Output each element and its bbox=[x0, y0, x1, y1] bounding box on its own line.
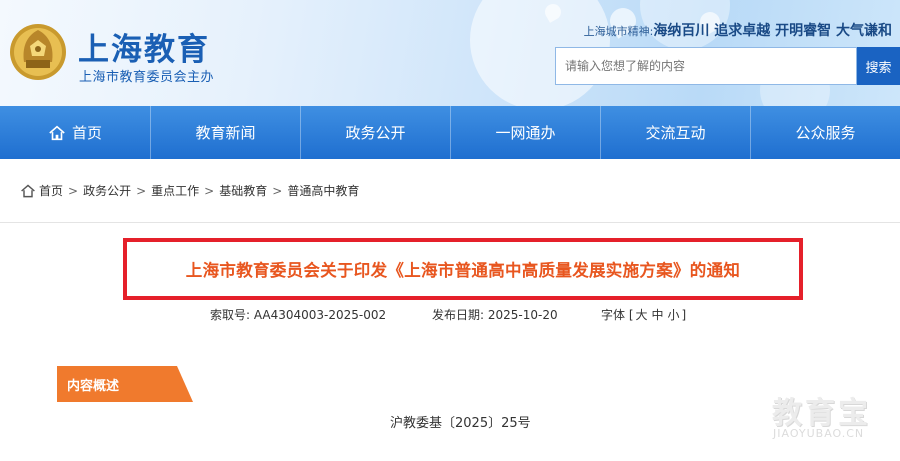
shanghai-education-logo-icon[interactable] bbox=[8, 22, 68, 82]
breadcrumb-high-school-education[interactable]: 普通高中教育 bbox=[287, 182, 359, 199]
article-title: 上海市教育委员会关于印发《上海市普通高中高质量发展实施方案》的通知 bbox=[185, 261, 741, 280]
breadcrumb-key-work[interactable]: 重点工作 bbox=[151, 182, 199, 199]
nav-item-one-network-service[interactable]: 一网通办 bbox=[450, 106, 600, 159]
home-icon bbox=[49, 125, 65, 140]
breadcrumb-divider bbox=[0, 222, 900, 223]
nav-item-government-affairs[interactable]: 政务公开 bbox=[300, 106, 450, 159]
font-size-medium-button[interactable]: 中 bbox=[652, 308, 664, 322]
breadcrumb-government-affairs[interactable]: 政务公开 bbox=[83, 182, 131, 199]
font-size-large-button[interactable]: 大 bbox=[636, 308, 648, 322]
breadcrumb-separator: > bbox=[68, 183, 79, 198]
article-index-number: 索取号: AA4304003-2025-002 bbox=[210, 308, 387, 322]
city-spirit-motto: 海纳百川 追求卓越 开明睿智 大气谦和 bbox=[653, 23, 892, 39]
breadcrumb: 首页 > 政务公开 > 重点工作 > 基础教育 > 普通高中教育 bbox=[20, 182, 359, 199]
search-button[interactable]: 搜索 bbox=[857, 47, 900, 85]
nav-item-education-news[interactable]: 教育新闻 bbox=[150, 106, 300, 159]
city-spirit-lead: 上海城市精神: bbox=[583, 25, 654, 38]
nav-item-home[interactable]: 首页 bbox=[0, 106, 150, 159]
breadcrumb-separator: > bbox=[204, 183, 215, 198]
article-title-highlight-box: 上海市教育委员会关于印发《上海市普通高中高质量发展实施方案》的通知 bbox=[123, 238, 803, 300]
summary-tab-label: 内容概述 bbox=[67, 379, 120, 394]
home-icon bbox=[21, 183, 35, 197]
breadcrumb-home[interactable]: 首页 bbox=[39, 182, 63, 199]
breadcrumb-separator: > bbox=[272, 183, 283, 198]
font-size-small-button[interactable]: 小 bbox=[668, 308, 680, 322]
font-size-label: 字体 [ bbox=[601, 308, 634, 322]
watermark-logo: 教育宝 bbox=[772, 396, 871, 431]
watermark-url: JIAOYUBAO.CN bbox=[773, 427, 865, 440]
breadcrumb-separator: > bbox=[136, 183, 147, 198]
document-number: 沪教委基〔2025〕25号 bbox=[390, 416, 531, 431]
nav-item-public-service[interactable]: 公众服务 bbox=[750, 106, 900, 159]
city-spirit-slogan: 上海城市精神:海纳百川 追求卓越 开明睿智 大气谦和 bbox=[584, 20, 892, 40]
article-publish-date: 发布日期: 2025-10-20 bbox=[432, 308, 558, 322]
site-subtitle: 上海市教育委员会主办 bbox=[79, 70, 215, 85]
search-box bbox=[555, 47, 857, 85]
font-size-bracket: ] bbox=[681, 308, 687, 322]
search-input[interactable] bbox=[556, 48, 856, 84]
main-nav: 首页 教育新闻 政务公开 一网通办 交流互动 公众服务 bbox=[0, 106, 900, 159]
font-size-selector: 字体 [大中小] bbox=[601, 306, 686, 323]
nav-item-interaction[interactable]: 交流互动 bbox=[600, 106, 750, 159]
site-title[interactable]: 上海教育 bbox=[78, 24, 210, 69]
breadcrumb-basic-education[interactable]: 基础教育 bbox=[219, 182, 267, 199]
nav-item-label: 首页 bbox=[71, 124, 102, 142]
